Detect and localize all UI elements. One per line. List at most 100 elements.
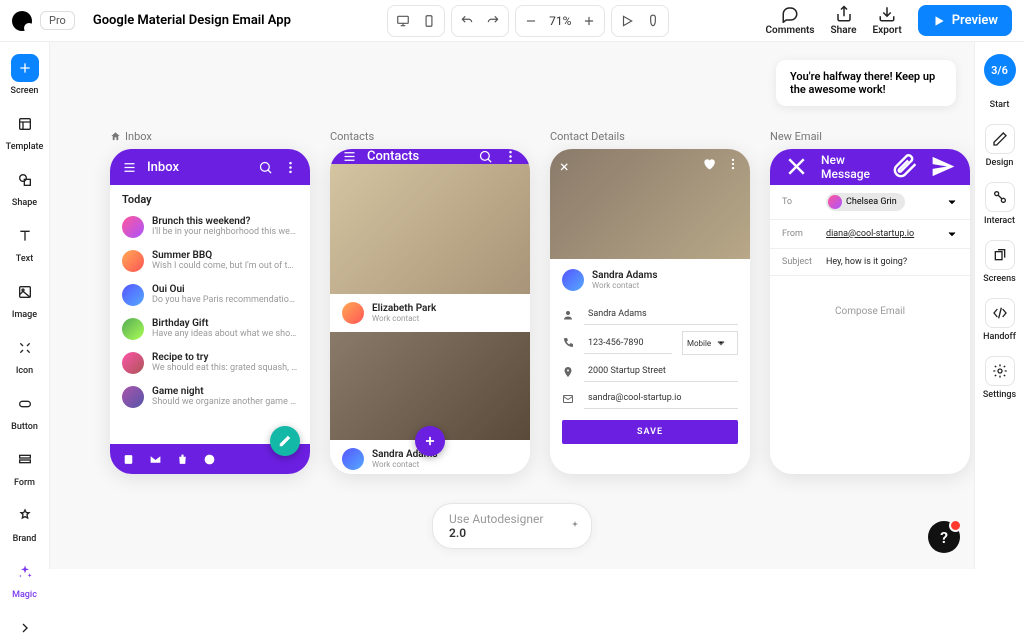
save-button[interactable]: SAVE	[562, 420, 738, 444]
mobile-view-icon[interactable]	[417, 9, 441, 33]
close-icon[interactable]	[782, 152, 811, 181]
contact-hero-photo: ×	[550, 149, 750, 259]
icon-tool[interactable]: Icon	[0, 334, 49, 376]
add-contact-fab[interactable]	[415, 426, 445, 456]
text-tool[interactable]: Text	[0, 222, 49, 264]
contact-details-screen[interactable]: × Sandra AdamsWork contact Sandra Adams …	[550, 149, 750, 474]
tip-banner: You're halfway there! Keep up the awesom…	[776, 60, 956, 106]
screen-tool[interactable]: Screen	[0, 54, 49, 96]
from-value[interactable]: diana@cool-startup.io	[826, 229, 914, 239]
subject-field[interactable]: Hey, how is it going?	[826, 257, 907, 267]
screen-label-newemail[interactable]: New Email	[770, 130, 970, 143]
chevron-down-icon[interactable]	[946, 196, 958, 208]
project-title[interactable]: Google Material Design Email App	[93, 13, 291, 28]
help-button[interactable]: ?	[928, 521, 960, 553]
menu-icon[interactable]	[342, 149, 357, 164]
menu-icon[interactable]	[122, 160, 137, 175]
list-item[interactable]: Summer BBQWish I could come, but I'm out…	[110, 244, 310, 278]
screen-label-details[interactable]: Contact Details	[550, 130, 750, 143]
address-field[interactable]: 2000 Startup Street	[584, 361, 738, 382]
recipient-chip[interactable]: Chelsea Grin	[826, 193, 905, 211]
location-icon	[562, 366, 574, 378]
handoff-panel[interactable]: Handoff	[975, 298, 1024, 342]
list-item[interactable]: Brunch this weekend?I'll be in your neig…	[110, 210, 310, 244]
start-panel[interactable]: Start	[975, 100, 1024, 110]
screens-panel[interactable]: Screens	[975, 240, 1024, 284]
compose-body[interactable]: Compose Email	[770, 276, 970, 347]
new-email-screen[interactable]: New Message To Chelsea Grin From diana@coo…	[770, 149, 970, 474]
compose-title: New Message	[821, 153, 870, 181]
redo-icon[interactable]	[481, 9, 505, 33]
screen-label-contacts[interactable]: Contacts	[330, 130, 530, 143]
search-icon[interactable]	[478, 149, 493, 164]
magic-tool[interactable]: Magic	[0, 558, 49, 600]
mail-icon[interactable]	[149, 453, 162, 466]
name-field[interactable]: Sandra Adams	[584, 304, 738, 325]
screen-label-inbox[interactable]: Inbox	[110, 130, 310, 143]
send-icon[interactable]	[929, 152, 958, 181]
more-icon[interactable]	[283, 160, 298, 175]
form-tool[interactable]: Form	[0, 446, 49, 488]
phone-field[interactable]: 123-456-7890	[584, 333, 672, 354]
export-button[interactable]: Export	[873, 5, 902, 36]
to-label: To	[782, 197, 816, 207]
more-icon[interactable]	[726, 157, 740, 171]
preview-button[interactable]: Preview	[918, 5, 1012, 36]
list-item[interactable]: Game nightShould we organize another gam…	[110, 380, 310, 414]
expand-rail-icon[interactable]	[0, 614, 49, 642]
logo[interactable]	[12, 11, 32, 31]
autodesigner-input[interactable]: Use Autodesigner 2.0	[432, 503, 592, 549]
person-icon	[562, 309, 574, 321]
phone-icon	[562, 337, 574, 349]
chevron-down-icon[interactable]	[946, 228, 958, 240]
close-icon[interactable]: ×	[560, 157, 569, 176]
interact-panel[interactable]: Interact	[975, 182, 1024, 226]
pro-badge: Pro	[40, 11, 75, 30]
more-icon[interactable]	[503, 149, 518, 164]
shape-tool[interactable]: Shape	[0, 166, 49, 208]
contact-photo	[330, 332, 530, 440]
brand-tool[interactable]: Brand	[0, 502, 49, 544]
list-item[interactable]: Recipe to tryWe should eat this: grated …	[110, 346, 310, 380]
desktop-view-icon[interactable]	[391, 9, 415, 33]
contact-photo	[330, 164, 530, 294]
progress-step[interactable]: 3/6	[984, 54, 1016, 86]
canvas[interactable]: You're halfway there! Keep up the awesom…	[50, 42, 974, 569]
button-tool[interactable]: Button	[0, 390, 49, 432]
zoom-value: 71%	[545, 14, 575, 28]
contact-card[interactable]: Elizabeth ParkWork contact	[330, 164, 530, 332]
undo-icon[interactable]	[455, 9, 479, 33]
section-today: Today	[110, 185, 310, 210]
phone-type-select[interactable]: Mobile	[682, 331, 738, 355]
zoom-out-icon[interactable]	[519, 9, 543, 33]
heart-icon[interactable]	[702, 157, 716, 171]
share-button[interactable]: Share	[831, 5, 857, 36]
play-icon[interactable]	[615, 9, 639, 33]
search-icon[interactable]	[258, 160, 273, 175]
subject-label: Subject	[782, 257, 816, 267]
sparkle-icon	[569, 520, 581, 532]
app-header-title: Inbox	[147, 160, 179, 175]
zoom-in-icon[interactable]	[577, 9, 601, 33]
contacts-screen[interactable]: Contacts Elizabeth ParkWork contact Sand…	[330, 149, 530, 474]
chevron-down-icon	[715, 337, 727, 349]
delete-icon[interactable]	[176, 453, 189, 466]
contact-icon[interactable]	[122, 453, 135, 466]
template-tool[interactable]: Template	[0, 110, 49, 152]
inbox-screen[interactable]: Inbox Today Brunch this weekend?I'll be …	[110, 149, 310, 474]
comments-button[interactable]: Comments	[766, 5, 815, 36]
hand-icon[interactable]	[641, 9, 665, 33]
emoji-icon[interactable]	[203, 453, 216, 466]
attach-icon[interactable]	[890, 152, 919, 181]
list-item[interactable]: Oui OuiDo you have Paris recommendations…	[110, 278, 310, 312]
design-panel[interactable]: Design	[975, 124, 1024, 168]
right-toolbar: 3/6 Start Design Interact Screens Handof…	[974, 42, 1024, 569]
compose-fab[interactable]	[270, 426, 300, 456]
image-tool[interactable]: Image	[0, 278, 49, 320]
app-header-title: Contacts	[367, 149, 419, 164]
list-item[interactable]: Birthday GiftHave any ideas about what w…	[110, 312, 310, 346]
from-label: From	[782, 229, 816, 239]
email-field[interactable]: sandra@cool-startup.io	[584, 388, 738, 409]
email-icon	[562, 393, 574, 405]
settings-panel[interactable]: Settings	[975, 356, 1024, 400]
